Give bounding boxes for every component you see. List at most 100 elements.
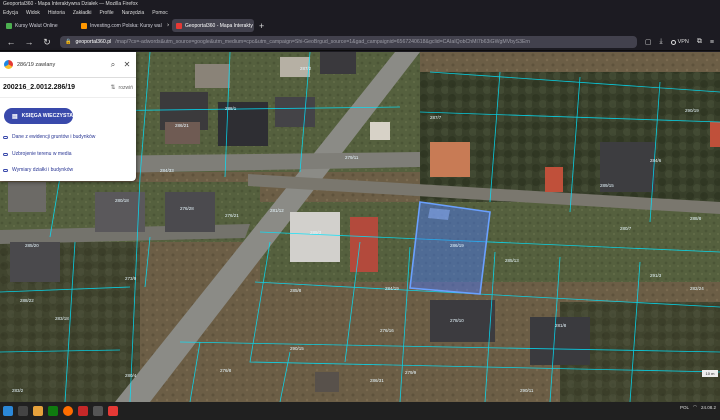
taskbar-app-icon[interactable] [93,406,103,416]
link-icon [3,152,8,156]
parcel-label: 283/2 [12,388,24,393]
expand-link[interactable]: rozwiń [119,85,133,91]
parcel-label: 286/31 [370,378,384,383]
close-icon[interactable]: ✕ [122,60,132,69]
tab-label: Geoportal360 - Mapa Interakty [185,22,253,29]
parcel-label: 285/8 [290,288,302,293]
parcel-label: 290/15 [290,346,304,351]
taskbar-app-icon[interactable] [108,406,118,416]
menu-bar: Edycja Widok Historia Zakładki Profile N… [0,8,720,17]
parcel-label: 284/33 [160,168,174,173]
parcel-label: 287/2 [300,66,312,71]
menu-item-profiles[interactable]: Profile [100,10,114,16]
trees-area [420,72,720,202]
parcel-label: 273/9 [125,276,137,281]
selected-parcel-building [428,208,450,220]
url-bar[interactable]: 🔒 geoportal360.pl/map/?cs=-adwords&utm_s… [60,36,637,48]
land-registry-button[interactable]: ▤ KSIĘGA WIECZYSTA [4,108,73,124]
parcel-label: 290/11 [520,388,534,393]
lock-icon: 🔒 [65,39,72,45]
reload-icon[interactable]: ↻ [42,37,52,48]
parcel-label: 278/10 [450,318,464,323]
link-icon [3,135,8,139]
taskbar-search-icon[interactable] [18,406,28,416]
start-windows-icon[interactable] [3,406,13,416]
url-path: /map/?cs=-adwords&utm_source=google&utm_… [115,39,531,45]
menu-item-help[interactable]: Pomoc [152,10,168,16]
link-label: Dane z ewidencji gruntów i budynków [12,134,96,140]
tray-clock[interactable]: 24.08.2 [701,405,716,410]
parcel-id: 200216_2.0012.286/19 [3,84,76,91]
vpn-button[interactable]: VPN [670,39,689,45]
tab-investing[interactable]: Investing.com Polska: Kursy wal × [77,19,169,32]
geoportal-logo-icon [4,60,13,69]
parcel-label: 279/9 [405,370,417,375]
land-registry-button-label: KSIĘGA WIECZYSTA [21,113,73,119]
taskbar-app-icon[interactable] [78,406,88,416]
selected-parcel[interactable] [409,201,491,295]
parcel-label: 284/19 [385,286,399,291]
tab-favicon-icon [176,22,182,29]
parcel-info-panel: 286/19 zawlany ⌕ ✕ 200216_2.0012.286/19 … [0,52,136,181]
parcel-label: 281/8 [555,323,567,328]
link-dimensions[interactable]: Wymiary działki i budynków [3,167,73,173]
window-title: Geoportal360 - Mapa Interaktywna Działek… [3,1,138,7]
parcel-label: 276/21 [225,213,239,218]
window-title-bar: Geoportal360 - Mapa Interaktywna Działek… [0,0,720,8]
parcel-label: 286/19 [450,243,464,248]
tab-geoportal[interactable]: Geoportal360 - Mapa Interakty × [172,19,254,32]
link-land-records[interactable]: Dane z ewidencji gruntów i budynków [3,134,95,140]
new-tab-plus-icon[interactable]: + [259,21,264,31]
forward-arrow-icon[interactable]: → [24,37,34,47]
menu-item-bookmarks[interactable]: Zakładki [73,10,92,16]
tab-favicon-icon [81,22,87,29]
parcel-label: 290/19 [685,108,699,113]
parcel-label: 276/16 [380,328,394,333]
close-icon[interactable]: × [167,23,169,29]
downloads-icon[interactable]: ⤓ [659,38,662,46]
save-to-pocket-icon[interactable]: ▢ [645,38,652,46]
menu-item-tools[interactable]: Narzędzia [122,10,145,16]
link-icon [3,168,8,172]
parcel-label: 288/1 [225,106,237,111]
expand-chevron-icon[interactable]: ⇅ [111,84,116,91]
url-domain: geoportal360.pl [75,39,112,45]
parcel-label: 276/8 [220,368,232,373]
taskbar-app-icon[interactable] [48,406,58,416]
vpn-label: VPN [677,39,689,45]
search-icon[interactable]: ⌕ [108,60,118,70]
wifi-icon[interactable]: ◠ [693,404,697,410]
parcel-label: 283/18 [55,316,69,321]
tab-label: Kursy Walut Online [15,22,58,29]
parcel-label: 280/18 [115,198,129,203]
parcel-label: 289/15 [600,183,614,188]
link-label: Wymiary działki i budynków [12,167,74,173]
extensions-icon[interactable]: ⧉ [697,38,702,46]
system-tray: POL ◠ 24.08.2 [680,404,716,410]
book-icon: ▤ [12,113,18,120]
windows-taskbar: POL ◠ 24.08.2 [0,402,720,420]
parcel-label: 287/7 [430,115,442,120]
menu-item-history[interactable]: Historia [48,10,65,16]
parcel-label: 276/28 [180,206,194,211]
tray-language[interactable]: POL [680,405,689,410]
tab-favicon-icon [6,22,12,29]
menu-item-view[interactable]: Widok [26,10,40,16]
menu-item-edit[interactable]: Edycja [3,10,18,16]
link-utilities[interactable]: Uzbrojenie terenu w media [3,151,71,157]
parcel-label: 285/13 [505,258,519,263]
search-input[interactable]: 286/19 zawlany [17,62,104,68]
parcel-label: 286/21 [175,123,189,128]
map-scale-label: 10 m [702,370,718,377]
link-label: Uzbrojenie terenu w media [12,151,72,157]
parcel-label: 289/3 [310,230,322,235]
parcel-label: 279/11 [345,155,359,160]
tab-label: Investing.com Polska: Kursy wal [90,22,162,29]
firefox-icon[interactable] [63,406,73,416]
app-menu-icon[interactable]: ≡ [710,39,714,46]
file-explorer-icon[interactable] [33,406,43,416]
back-arrow-icon[interactable]: ← [6,37,16,47]
tab-kursy-walut[interactable]: Kursy Walut Online [2,19,74,32]
parcel-label: 288/22 [20,298,34,303]
parcel-label: 291/3 [650,273,662,278]
